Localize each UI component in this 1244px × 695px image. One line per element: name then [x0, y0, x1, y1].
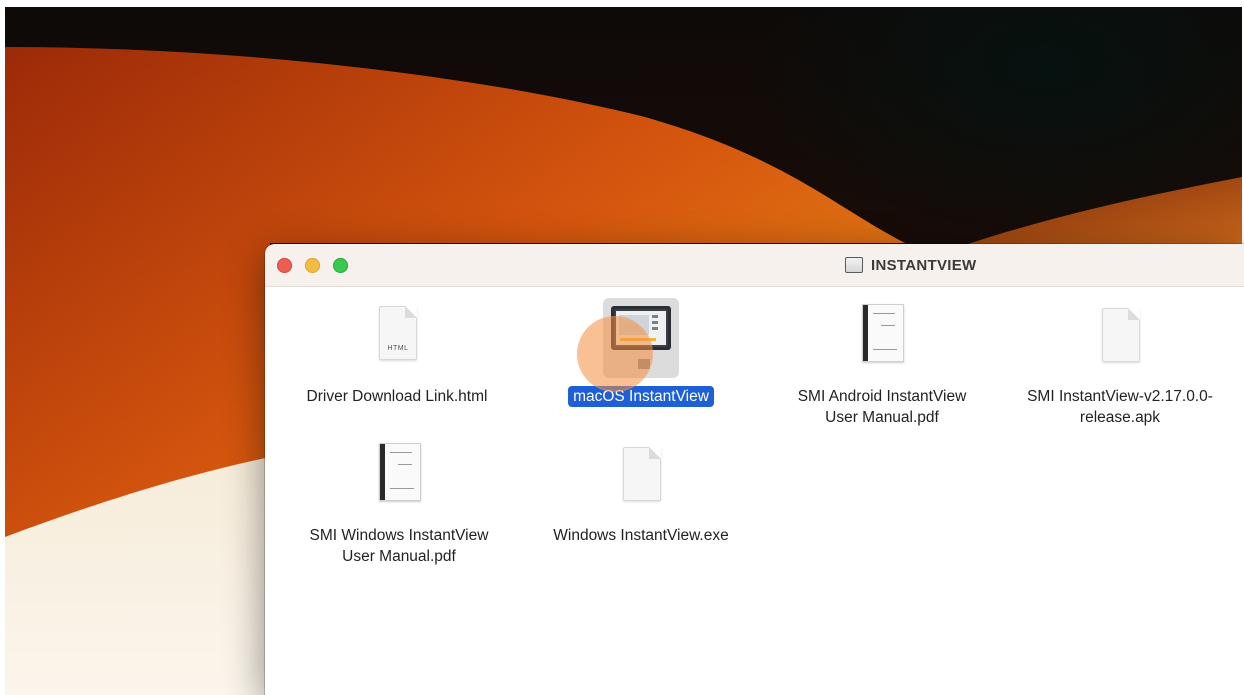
- generic-document-icon: [601, 439, 681, 519]
- html-document-icon: HTML: [357, 300, 437, 380]
- file-name-label: SMI Android InstantView User Manual.pdf: [797, 388, 967, 426]
- finder-window: INSTANTVIEW HTML Driver Download Link.ht…: [265, 244, 1244, 695]
- file-item-android-manual[interactable]: SMI Android InstantView User Manual.pdf: [777, 300, 987, 428]
- file-name-label: Windows InstantView.exe: [553, 527, 729, 544]
- file-name-label: SMI InstantView-v2.17.0.0-release.apk: [1027, 388, 1213, 426]
- file-name-label: macOS InstantView: [568, 386, 714, 407]
- disk-image-icon: [845, 257, 863, 273]
- title-bar[interactable]: INSTANTVIEW: [265, 244, 1244, 287]
- generic-document-icon: [1080, 300, 1160, 380]
- pdf-document-icon: [842, 300, 922, 380]
- html-badge: HTML: [387, 345, 409, 352]
- file-item-windows-manual[interactable]: SMI Windows InstantView User Manual.pdf: [294, 439, 504, 567]
- zoom-button[interactable]: [333, 258, 348, 273]
- file-item-driver-download-link[interactable]: HTML Driver Download Link.html: [292, 300, 502, 407]
- file-item-windows-exe[interactable]: Windows InstantView.exe: [536, 439, 746, 546]
- application-icon: [579, 298, 681, 390]
- file-item-apk[interactable]: SMI InstantView-v2.17.0.0-release.apk: [1015, 300, 1225, 428]
- window-title: INSTANTVIEW: [845, 255, 977, 275]
- pdf-document-icon: [359, 439, 439, 519]
- file-name-label: SMI Windows InstantView User Manual.pdf: [309, 527, 489, 565]
- minimize-button[interactable]: [305, 258, 320, 273]
- click-indicator: [579, 318, 651, 390]
- close-button[interactable]: [277, 258, 292, 273]
- file-item-macos-instantview[interactable]: macOS InstantView: [536, 298, 746, 407]
- window-title-label: INSTANTVIEW: [871, 256, 977, 274]
- file-name-label: Driver Download Link.html: [306, 388, 488, 405]
